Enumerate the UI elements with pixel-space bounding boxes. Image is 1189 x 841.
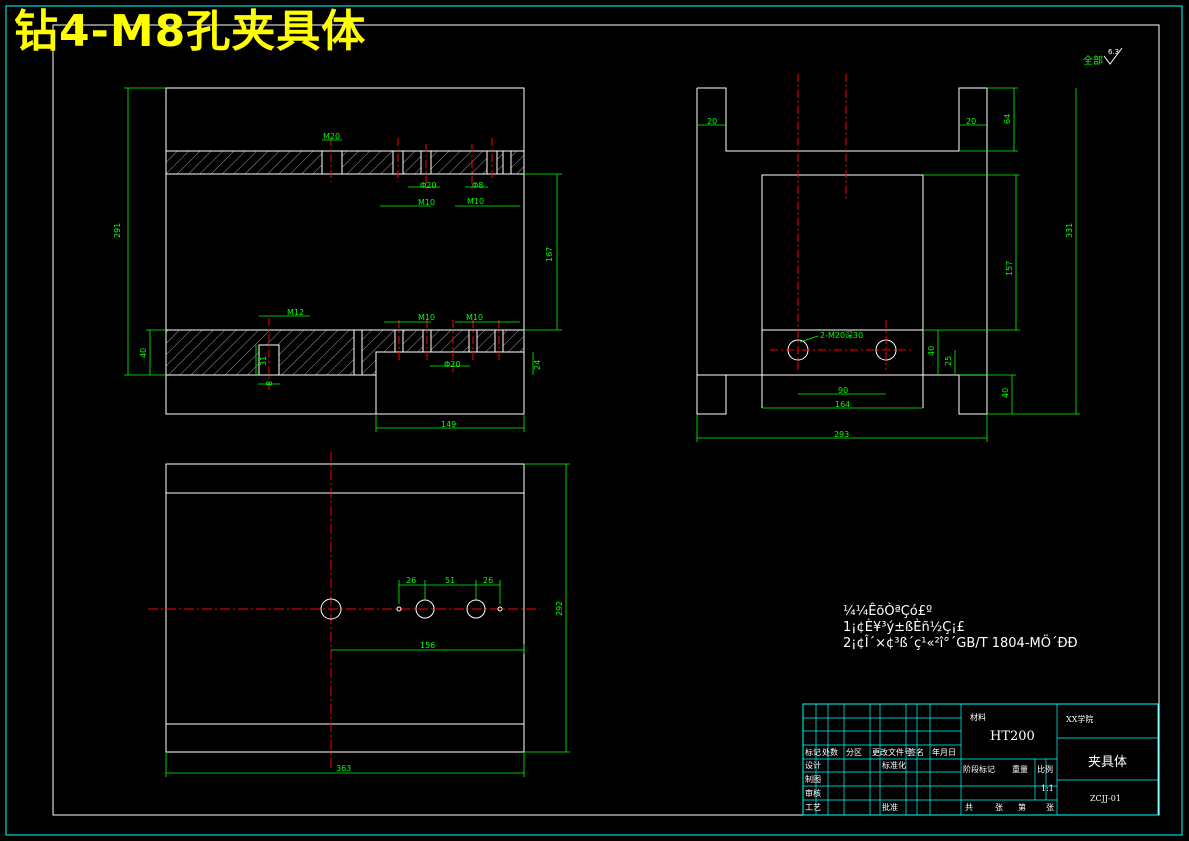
roughness-symbol: 全部 6.3: [1083, 47, 1123, 67]
tb-left-label-2: 审核: [805, 788, 821, 798]
dim-side-spacing-90: 90: [838, 386, 848, 395]
dim-top-51: 51: [445, 576, 455, 585]
technical-notes: ¼¼ÊõÒªÇó£º 1¡¢È¥³ý±ßÈñ½Ç¡£ 2¡¢Î´×¢³ß´ç¹«…: [843, 603, 1078, 651]
tb-stage-label: 阶段标记: [963, 764, 995, 774]
dim-top-small-1: Φ20: [420, 181, 436, 190]
dim-side-h25: 25: [944, 356, 953, 366]
outer-frame: [5, 5, 1183, 836]
dim-small-bottom: Φ20: [444, 360, 460, 369]
tb-scale: 1:1: [1041, 784, 1054, 793]
tb-row-label-3: 更改文件号: [872, 747, 912, 757]
tb-row-label-2: 分区: [846, 748, 862, 757]
dim-depth-31: 31: [259, 356, 268, 366]
dim-total-height: 291: [113, 223, 122, 238]
notes-line-2: 2¡¢Î´×¢³ß´ç¹«²î°´GB/T 1804-MÖ´ÐÐ: [843, 634, 1078, 651]
tb-std-label: 标准化: [882, 760, 906, 770]
dim-side-right-20: 20: [966, 117, 976, 126]
dim-mid-m10-left: M10: [418, 313, 435, 322]
cad-drawing: 全部 6.3 291 M20 Φ20 Φ8 M10 M10 167 M12 M1…: [5, 5, 1183, 836]
dim-top-width-363: 363: [336, 764, 351, 773]
tb-sheet-suffix: 张: [1046, 803, 1054, 812]
tb-left-label-3: 工艺: [805, 803, 821, 812]
tb-school: XX学院: [1066, 714, 1093, 724]
tb-row-label-0: 标记: [805, 747, 821, 757]
tb-left-label-1: 制图: [805, 774, 821, 784]
tb-row-labels: 标记 处数 分区 更改文件号 签名 年月日: [805, 747, 956, 757]
dim-top-26a: 26: [406, 576, 416, 585]
tb-approve-label: 批准: [882, 802, 898, 812]
top-section-band: [165, 150, 525, 175]
tb-weight-label: 重量: [1012, 764, 1028, 774]
title-block: 材料 HT200 XX学院 夹具体 ZCJJ-01 1:1 标记 处数 分区 更…: [802, 703, 1159, 816]
dim-top-height-292: 292: [555, 601, 564, 616]
dim-bottom-40: 40: [139, 348, 148, 358]
top-view: 26 51 26 156 292 363: [148, 452, 570, 777]
tb-material: HT200: [990, 729, 1035, 744]
dim-side-total-331: 331: [1065, 223, 1074, 238]
dim-m12: M12: [287, 308, 304, 317]
inner-frame: [52, 24, 1160, 816]
tb-left-label-0: 设计: [805, 760, 821, 770]
front-view: 291 M20 Φ20 Φ8 M10 M10 167 M12 M10 M10 4…: [113, 87, 562, 432]
dim-top-156: 156: [420, 641, 435, 650]
dim-top-m20: M20: [323, 132, 340, 141]
dim-side-holes: 2-M20深30: [820, 331, 863, 340]
tb-row-label-5: 年月日: [932, 747, 956, 757]
dim-side-height-157: 157: [1005, 261, 1014, 276]
dim-top-26b: 26: [483, 576, 493, 585]
tb-sheet-total: 共: [965, 803, 973, 812]
dim-side-width-164: 164: [835, 400, 850, 409]
dim-top-m10-right: M10: [467, 197, 484, 206]
top-outline: [165, 463, 525, 753]
dim-side-bottom-40: 40: [1001, 388, 1010, 398]
drawing-title: 钻4-M8孔夹具体: [14, 6, 367, 57]
tb-sheet-label: 张: [995, 803, 1003, 812]
tb-drawing-no: ZCJJ-01: [1090, 794, 1121, 803]
dim-height-167: 167: [545, 247, 554, 262]
dim-side-left-20: 20: [707, 117, 717, 126]
dim-width-149: 149: [441, 420, 456, 429]
notes-line-1: 1¡¢È¥³ý±ßÈñ½Ç¡£: [843, 619, 965, 635]
tb-row-label-4: 签名: [908, 747, 924, 757]
tb-part-name: 夹具体: [1088, 755, 1127, 770]
tb-sheet-no: 第: [1018, 802, 1026, 812]
roughness-prefix: 全部: [1083, 54, 1103, 67]
dim-depth-8: 8: [265, 381, 274, 386]
tb-ratio-label: 比例: [1037, 764, 1053, 774]
dim-side-h40: 40: [927, 346, 936, 356]
tb-row-label-1: 处数: [822, 747, 838, 757]
dim-top-m10-left: M10: [418, 198, 435, 207]
dim-side-top-64: 64: [1003, 114, 1012, 124]
notes-heading: ¼¼ÊõÒªÇó£º: [843, 603, 932, 619]
dim-right-24: 24: [533, 360, 542, 370]
dim-top-small-2: Φ8: [472, 181, 483, 190]
side-view: 20 20 64 331 157 2-M20深30 40 25 40 90 16…: [696, 74, 1080, 442]
dim-side-total-293: 293: [834, 430, 849, 439]
dim-mid-m10-right: M10: [466, 313, 483, 322]
tb-material-label: 材料: [970, 712, 986, 722]
